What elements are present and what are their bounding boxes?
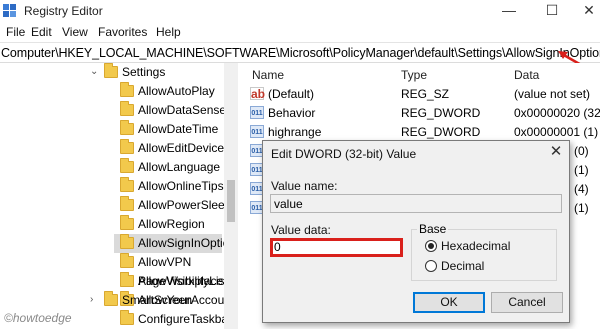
ok-button[interactable]: OK xyxy=(413,292,485,313)
value-data-partial: (1) xyxy=(574,201,589,215)
address-bar[interactable]: Computer\HKEY_LOCAL_MACHINE\SOFTWARE\Mic… xyxy=(0,42,600,63)
tree-item-label: AllowDataSense xyxy=(138,103,227,117)
chevron-right-icon[interactable]: › xyxy=(90,294,100,306)
dword-value-icon: 011 xyxy=(250,125,264,138)
dialog-title: Edit DWORD (32-bit) Value xyxy=(271,147,417,161)
decimal-radio[interactable] xyxy=(425,260,437,272)
tree-item-label: AllowAutoPlay xyxy=(138,84,215,98)
value-row[interactable]: 011 Behavior REG_DWORD 0x00000020 (32) xyxy=(244,104,600,122)
folder-icon xyxy=(120,177,134,192)
tree-item-label: AllowLanguage xyxy=(138,160,221,174)
menu-edit[interactable]: Edit xyxy=(31,25,52,39)
title-bar: Registry Editor — ☐ ✕ xyxy=(0,0,600,22)
value-name: highrange xyxy=(268,125,322,139)
tree-item-label: AllowOnlineTips xyxy=(138,179,224,193)
column-header-data[interactable]: Data xyxy=(514,68,539,82)
value-name-field[interactable]: value xyxy=(270,194,562,213)
value-data: 0x00000020 (32) xyxy=(514,106,600,120)
value-row[interactable]: 011 highrange REG_DWORD 0x00000001 (1) xyxy=(244,123,600,141)
folder-icon xyxy=(120,272,134,287)
folder-icon xyxy=(120,215,134,230)
tree-item-label: AllowSignInOptio xyxy=(138,236,230,250)
edit-dword-dialog: Edit DWORD (32-bit) Value ✕ Value name: … xyxy=(262,140,570,323)
value-data-label: Value data: xyxy=(271,223,331,237)
tree-item-settings[interactable]: ⌄ Settings xyxy=(0,63,237,82)
folder-icon xyxy=(120,101,134,116)
menu-bar: File Edit View Favorites Help xyxy=(0,22,600,42)
dword-value-icon: 011 xyxy=(250,106,264,119)
address-path[interactable]: Computer\HKEY_LOCAL_MACHINE\SOFTWARE\Mic… xyxy=(1,46,600,60)
tree-item[interactable]: AllowEditDeviceN xyxy=(0,139,237,158)
tree-item-label: AllowDateTime xyxy=(138,122,219,136)
value-data-partial: (0) xyxy=(574,144,589,158)
tree-item-label: SmartScreen xyxy=(122,293,193,307)
value-name-label: Value name: xyxy=(271,179,338,193)
decimal-label[interactable]: Decimal xyxy=(441,259,484,273)
maximize-button[interactable]: ☐ xyxy=(541,1,563,19)
value-data-partial: (4) xyxy=(574,182,589,196)
folder-icon xyxy=(120,196,134,211)
cancel-button[interactable]: Cancel xyxy=(491,292,563,313)
value-name: (Default) xyxy=(268,87,315,101)
tree-item[interactable]: PageVisibilityList xyxy=(0,272,228,291)
folder-icon xyxy=(120,82,134,97)
value-row[interactable]: ab (Default) REG_SZ (value not set) xyxy=(244,85,600,103)
menu-favorites[interactable]: Favorites xyxy=(98,25,147,39)
tree-item[interactable]: AllowRegion xyxy=(0,215,237,234)
folder-open-icon xyxy=(104,63,118,78)
value-data-partial: (1) xyxy=(574,163,589,177)
tree-item[interactable]: AllowLanguage xyxy=(0,158,237,177)
tree-item[interactable]: AllowDataSense xyxy=(0,101,237,120)
value-type: REG_DWORD xyxy=(401,125,481,139)
folder-icon xyxy=(120,158,134,173)
window-title: Registry Editor xyxy=(24,4,103,18)
tree-item-smartscreen[interactable]: › SmartScreen xyxy=(0,291,224,310)
folder-icon xyxy=(120,139,134,154)
folder-icon xyxy=(120,120,134,135)
folder-icon xyxy=(104,291,118,306)
tree-item[interactable]: AllowOnlineTips xyxy=(0,177,237,196)
highlight-box xyxy=(270,238,403,257)
minimize-button[interactable]: — xyxy=(498,1,520,19)
hexadecimal-radio[interactable] xyxy=(425,240,437,252)
close-icon[interactable]: ✕ xyxy=(547,143,565,161)
tree-item-label: Settings xyxy=(122,65,166,79)
registry-editor-icon xyxy=(3,4,16,17)
chevron-down-icon[interactable]: ⌄ xyxy=(90,66,100,78)
tree-item-label: AllowEditDeviceN xyxy=(138,141,233,155)
value-name: Behavior xyxy=(268,106,316,120)
value-type: REG_DWORD xyxy=(401,106,481,120)
value-data: 0x00000001 (1) xyxy=(514,125,599,139)
tree-item-label: PageVisibilityList xyxy=(138,274,228,288)
folder-icon xyxy=(120,234,134,249)
tree-item-label: ConfigureTaskbar xyxy=(138,312,233,326)
tree-item[interactable]: AllowVPN xyxy=(0,253,237,272)
value-type: REG_SZ xyxy=(401,87,450,101)
base-label: Base xyxy=(417,222,449,236)
tree-item-label: AllowRegion xyxy=(138,217,205,231)
value-data: (value not set) xyxy=(514,87,591,101)
tree-item-label: AllowVPN xyxy=(138,255,192,269)
menu-view[interactable]: View xyxy=(62,25,88,39)
tree-item-selected[interactable]: AllowSignInOptio xyxy=(0,234,237,253)
tree-item[interactable]: AllowPowerSleep xyxy=(0,196,237,215)
hexadecimal-label[interactable]: Hexadecimal xyxy=(441,239,510,253)
menu-file[interactable]: File xyxy=(6,25,25,39)
tree-item[interactable]: AllowDateTime xyxy=(0,120,237,139)
string-value-icon: ab xyxy=(250,87,266,101)
watermark: ©howtoedge xyxy=(4,311,72,325)
close-window-button[interactable]: ✕ xyxy=(578,1,600,19)
tree-item[interactable]: AllowAutoPlay xyxy=(0,82,237,101)
column-header-name[interactable]: Name xyxy=(252,68,284,82)
base-group xyxy=(411,229,557,281)
column-header-type[interactable]: Type xyxy=(401,68,427,82)
menu-help[interactable]: Help xyxy=(156,25,181,39)
folder-icon xyxy=(120,253,134,268)
tree-scrollbar-thumb[interactable] xyxy=(227,180,235,222)
folder-icon xyxy=(120,310,134,325)
tree-item-label: AllowPowerSleep xyxy=(138,198,232,212)
